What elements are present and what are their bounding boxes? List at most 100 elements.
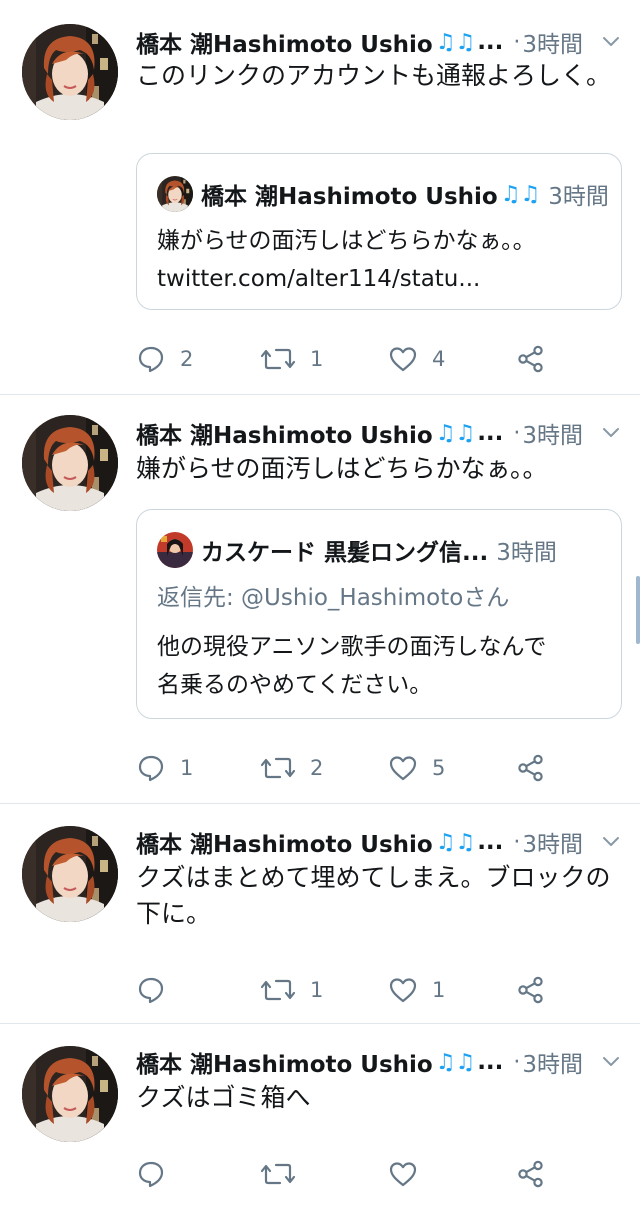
like-button[interactable]: 4 (388, 339, 445, 379)
separator-dot: · (513, 1049, 521, 1075)
quoted-text-line: 他の現役アニソン歌手の面汚しなんで (157, 634, 547, 660)
tweet-actions (136, 1154, 596, 1194)
quoted-tweet[interactable]: 橋本 潮Hashimoto Ushio ♫♫ 3時間 嫌がらせの面汚しはどちらか… (136, 153, 622, 310)
reply-count: 1 (180, 756, 194, 780)
avatar-image (22, 24, 118, 120)
avatar[interactable] (22, 1046, 118, 1142)
share-icon (516, 344, 546, 374)
avatar[interactable] (22, 826, 118, 922)
heart-icon (388, 1159, 418, 1189)
chevron-down-icon[interactable] (600, 30, 622, 52)
like-count: 4 (432, 347, 446, 371)
reply-button[interactable]: 2 (136, 339, 193, 379)
like-button[interactable]: 5 (388, 748, 445, 788)
quoted-tweet[interactable]: カスケード 黒髪ロング信... 3時間 返信先: @Ushio_Hashimot… (136, 509, 622, 719)
music-note-icon: ♫♫ (435, 420, 476, 446)
reply-icon (136, 344, 166, 374)
reply-button[interactable]: 1 (136, 748, 193, 788)
reply-icon (136, 975, 166, 1005)
author-name[interactable]: 橋本 潮Hashimoto Ushio (136, 1045, 433, 1079)
timestamp[interactable]: 3時間 (522, 416, 583, 450)
separator-dot: · (513, 420, 521, 446)
avatar (157, 532, 193, 568)
reply-icon (136, 753, 166, 783)
separator-dot: · (513, 829, 521, 855)
heart-icon (388, 344, 418, 374)
share-icon (516, 753, 546, 783)
timestamp[interactable]: 3時間 (522, 825, 583, 859)
tweet-text: このリンクのアカウントも通報よろしく。 (136, 61, 612, 90)
avatar (157, 176, 193, 212)
heart-icon (388, 753, 418, 783)
tweet-actions: 1 1 (136, 970, 596, 1010)
retweet-icon (260, 1159, 296, 1189)
tweet-text: クズはまとめて埋めてしまえ。ブロックの下に。 (136, 863, 611, 928)
retweet-icon (260, 753, 296, 783)
author-name[interactable]: 橋本 潮Hashimoto Ushio (136, 416, 433, 450)
share-button[interactable] (516, 1154, 546, 1194)
chevron-down-icon[interactable] (600, 830, 622, 852)
quoted-text-line: 名乗るのやめてください。 (157, 672, 433, 698)
reply-to-label: 返信先: @Ushio_Hashimotoさん (157, 585, 510, 611)
timestamp: 3時間 (496, 540, 557, 566)
avatar[interactable] (22, 415, 118, 511)
retweet-count: 1 (310, 978, 324, 1002)
retweet-button[interactable]: 2 (260, 748, 323, 788)
name-ellipsis: ... (477, 420, 504, 446)
tweet[interactable]: 橋本 潮Hashimoto Ushio ♫♫ ... · 3時間 このリンクのア… (0, 0, 640, 395)
retweet-count: 1 (310, 347, 324, 371)
chevron-down-icon[interactable] (600, 1050, 622, 1072)
music-note-icon: ♫♫ (435, 29, 476, 55)
retweet-button[interactable]: 1 (260, 339, 323, 379)
timestamp: 3時間 (548, 184, 609, 210)
tweet[interactable]: 橋本 潮Hashimoto Ushio ♫♫ ... · 3時間 クズはまとめて… (0, 804, 640, 1024)
tweet-header: 橋本 潮Hashimoto Ushio ♫♫ ... · 3時間 (136, 1044, 622, 1080)
reply-button[interactable] (136, 970, 180, 1010)
music-note-icon: ♫♫ (435, 829, 476, 855)
music-note-icon: ♫♫ (435, 1049, 476, 1075)
reply-count: 2 (180, 347, 194, 371)
avatar-image (22, 826, 118, 922)
avatar[interactable] (22, 24, 118, 120)
timestamp[interactable]: 3時間 (522, 25, 583, 59)
share-button[interactable] (516, 339, 546, 379)
tweet[interactable]: 橋本 潮Hashimoto Ushio ♫♫ ... · 3時間 嫌がらせの面汚… (0, 395, 640, 804)
name-ellipsis: ... (477, 29, 504, 55)
reply-icon (136, 1159, 166, 1189)
share-button[interactable] (516, 748, 546, 788)
tweet-text: クズはゴミ箱へ (136, 1083, 311, 1112)
retweet-button[interactable] (260, 1154, 310, 1194)
heart-icon (388, 975, 418, 1005)
author-name: カスケード 黒髪ロング信... (201, 540, 489, 566)
avatar-image (22, 415, 118, 511)
tweet[interactable]: 橋本 潮Hashimoto Ushio ♫♫ ... · 3時間 クズはゴミ箱へ (0, 1024, 640, 1212)
like-count: 1 (432, 978, 446, 1002)
avatar-image (22, 1046, 118, 1142)
scrollbar-thumb[interactable] (636, 576, 640, 644)
author-name[interactable]: 橋本 潮Hashimoto Ushio (136, 25, 433, 59)
separator-dot: · (513, 29, 521, 55)
name-ellipsis: ... (477, 1049, 504, 1075)
retweet-icon (260, 344, 296, 374)
retweet-count: 2 (310, 756, 324, 780)
retweet-button[interactable]: 1 (260, 970, 323, 1010)
tweet-header: 橋本 潮Hashimoto Ushio ♫♫ ... · 3時間 (136, 824, 622, 860)
tweet-header: 橋本 潮Hashimoto Ushio ♫♫ ... · 3時間 (136, 415, 622, 451)
share-button[interactable] (516, 970, 546, 1010)
avatar-image (157, 176, 193, 212)
author-name[interactable]: 橋本 潮Hashimoto Ushio (136, 825, 433, 859)
chevron-down-icon[interactable] (600, 421, 622, 443)
like-button[interactable]: 1 (388, 970, 445, 1010)
quoted-link[interactable]: twitter.com/alter114/statu... (157, 260, 607, 298)
quoted-tweet-header: 橋本 潮Hashimoto Ushio ♫♫ 3時間 (157, 176, 609, 212)
author-name: 橋本 潮Hashimoto Ushio (201, 184, 498, 210)
share-icon (516, 975, 546, 1005)
like-button[interactable] (388, 1154, 432, 1194)
reply-button[interactable] (136, 1154, 180, 1194)
tweet-actions: 1 2 5 (136, 748, 596, 788)
timestamp[interactable]: 3時間 (522, 1045, 583, 1079)
name-ellipsis: ... (477, 829, 504, 855)
tweet-text: 嫌がらせの面汚しはどちらかなぁ。。 (136, 454, 548, 483)
like-count: 5 (432, 756, 446, 780)
share-icon (516, 1159, 546, 1189)
